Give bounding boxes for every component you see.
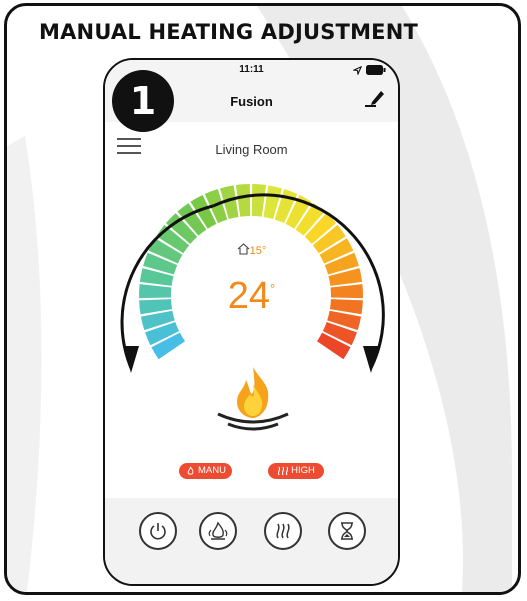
mode-badge: MANU xyxy=(179,463,232,479)
mode-label: MANU xyxy=(198,465,226,476)
home-icon xyxy=(237,243,250,255)
battery-icon xyxy=(366,65,386,75)
status-icons xyxy=(353,65,386,75)
dial-segment xyxy=(235,184,251,217)
phone-screen: 11:11 Fusion Living Room 15° 24° MANU HI… xyxy=(103,58,400,586)
heat-level-label: HIGH xyxy=(291,465,315,476)
flame-icon xyxy=(208,521,228,540)
page-title: MANUAL HEATING ADJUSTMENT xyxy=(39,20,419,44)
location-arrow-icon xyxy=(353,65,362,75)
timer-button[interactable] xyxy=(328,512,366,550)
step-number-badge: 1 xyxy=(112,70,174,132)
flame-graphic-icon xyxy=(217,367,289,431)
power-icon xyxy=(150,523,166,540)
small-heat-waves-icon xyxy=(278,466,289,476)
heat-level-badge: HIGH xyxy=(268,463,324,479)
target-temp-value: 15° xyxy=(249,245,267,257)
power-button[interactable] xyxy=(139,512,177,550)
current-temp-value: 24 xyxy=(227,275,271,317)
heat-level-button[interactable] xyxy=(264,512,302,550)
dial-segment xyxy=(251,184,267,217)
right-arrowhead xyxy=(363,346,379,373)
heat-waves-icon xyxy=(276,523,290,539)
hourglass-icon xyxy=(341,522,353,540)
small-flame-icon xyxy=(187,466,194,475)
flame-mode-button[interactable] xyxy=(199,512,237,550)
target-temperature: 15° xyxy=(105,243,398,257)
left-arrowhead xyxy=(123,346,139,373)
degree-symbol: ° xyxy=(270,281,276,296)
edit-icon[interactable] xyxy=(364,86,386,108)
room-name: Living Room xyxy=(215,142,288,157)
current-temperature: 24° xyxy=(105,275,398,318)
